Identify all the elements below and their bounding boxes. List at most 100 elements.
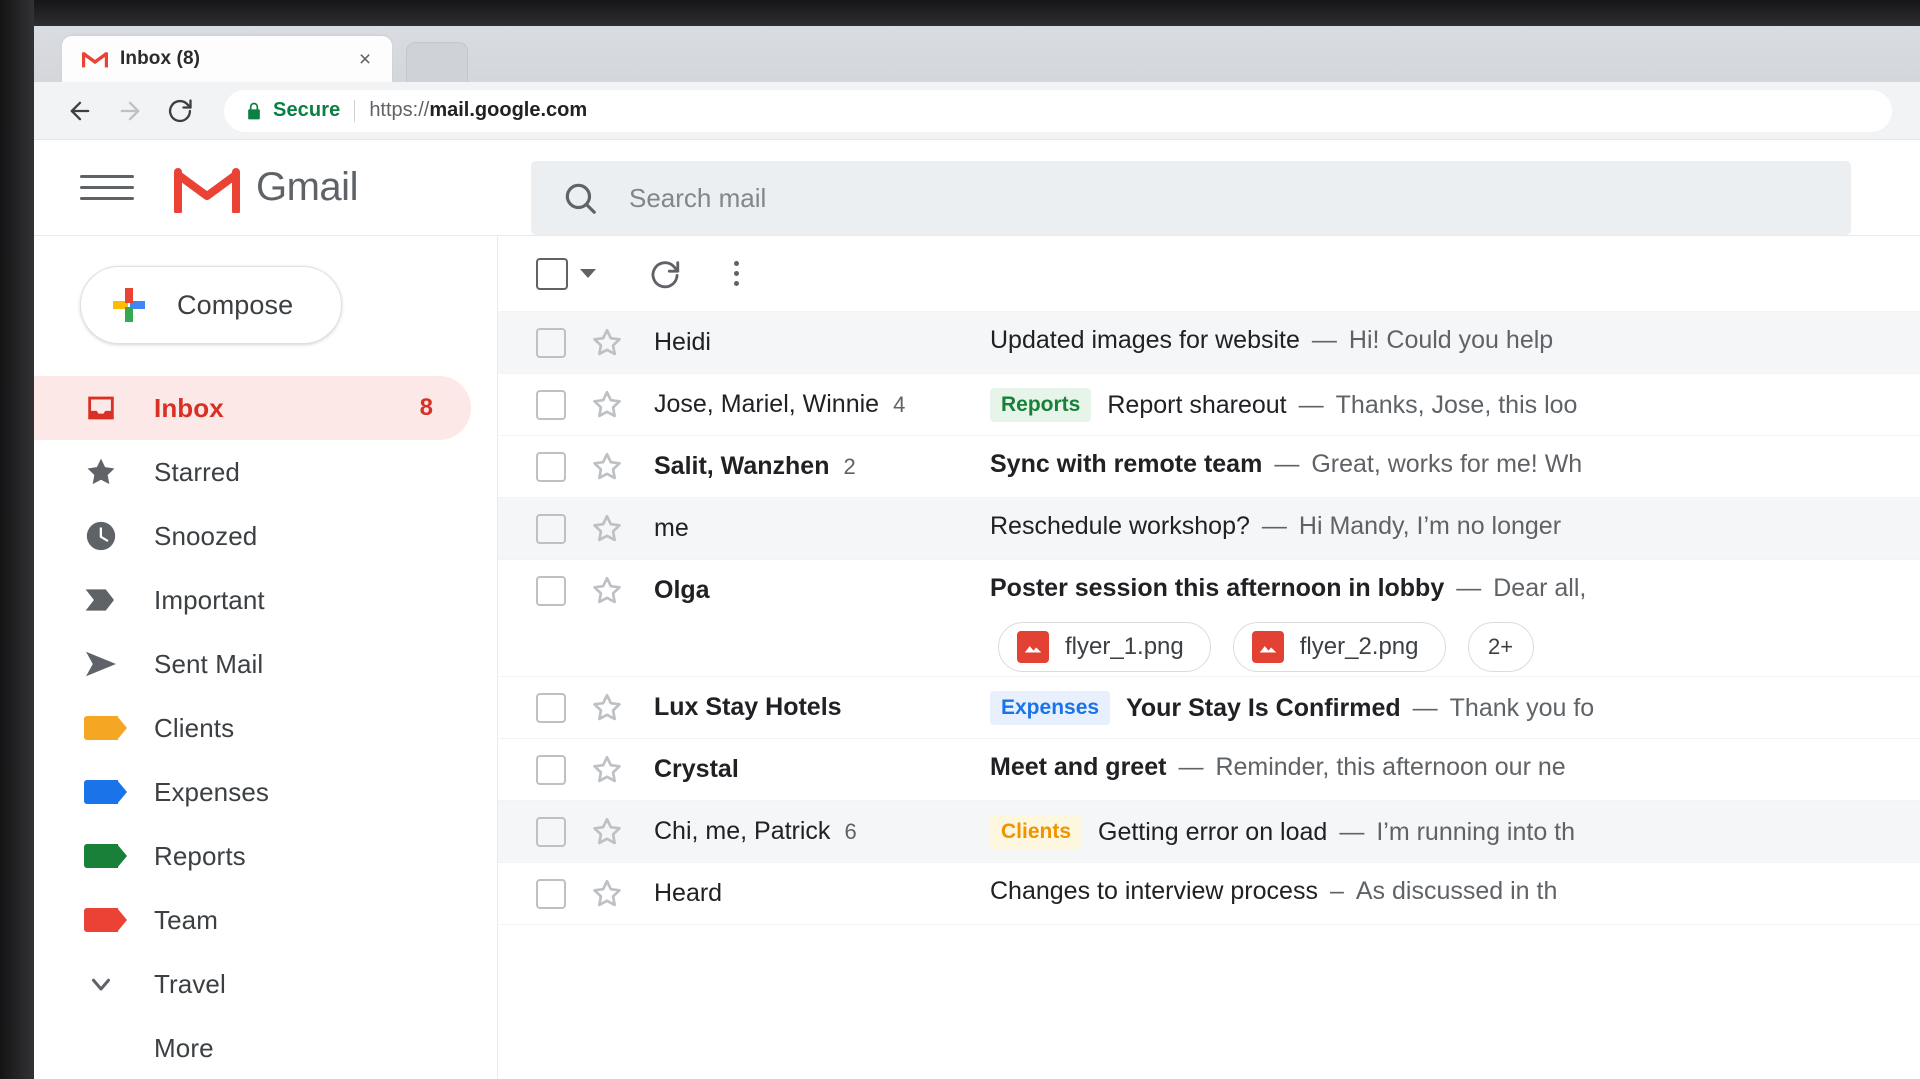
attachment-more-count[interactable]: 2+: [1467, 622, 1534, 672]
table-row[interactable]: Crystal Meet and greet — Reminder, this aft…: [498, 739, 1920, 801]
message-label-chip[interactable]: Expenses: [990, 691, 1111, 725]
row-sender: Crystal: [654, 755, 954, 784]
sidebar-item-reports[interactable]: Reports: [34, 824, 497, 888]
gmail-body: Compose Inbox 8 Starred Snoozed Important Sen…: [34, 236, 1920, 1079]
chevron-down-icon[interactable]: [580, 269, 596, 278]
gmail-app: Gmail Search mail Compose Inbox 8 Starre…: [34, 140, 1920, 1079]
row-sender-text: Jose, Mariel, Winnie: [654, 390, 880, 418]
message-label-chip[interactable]: Reports: [990, 388, 1092, 422]
sidebar-item-count: 8: [419, 394, 433, 421]
row-checkbox[interactable]: [536, 693, 566, 723]
browser-tab-inbox[interactable]: Inbox (8) ×: [62, 36, 392, 82]
compose-button[interactable]: Compose: [80, 266, 342, 344]
image-file-icon: [1251, 631, 1284, 663]
table-row[interactable]: Heidi Updated images for website — Hi! Coul…: [498, 312, 1920, 374]
attachment-chip[interactable]: flyer_1.png: [998, 622, 1211, 672]
row-dash: –: [1329, 877, 1344, 905]
sidebar-item-clients[interactable]: Clients: [34, 696, 497, 760]
sidebar-item-expenses[interactable]: Expenses: [34, 760, 497, 824]
browser-tab-new-placeholder[interactable]: [406, 42, 468, 82]
row-dash: —: [1298, 390, 1324, 419]
back-arrow-icon[interactable]: [58, 89, 102, 133]
device-bezel-top: [0, 0, 1920, 26]
forward-arrow-icon: [108, 89, 152, 133]
row-checkbox[interactable]: [536, 755, 566, 785]
star-icon[interactable]: [590, 512, 624, 551]
row-subject: Changes to interview process: [990, 877, 1318, 905]
row-subject: Getting error on load: [1098, 817, 1328, 846]
star-icon[interactable]: [590, 815, 624, 854]
search-input[interactable]: Search mail: [531, 161, 1851, 235]
message-label-chip[interactable]: Clients: [990, 815, 1083, 849]
sidebar-item-label: Expenses: [154, 776, 269, 807]
star-icon: [80, 455, 122, 489]
table-row[interactable]: Lux Stay Hotels Expenses Your Stay Is Conf…: [498, 677, 1920, 739]
row-checkbox[interactable]: [536, 879, 566, 909]
table-row[interactable]: me Reschedule workshop? — Hi Mandy, I’m no …: [498, 498, 1920, 560]
row-dash: —: [1339, 817, 1365, 846]
label-icon: [80, 908, 127, 932]
reload-icon[interactable]: [158, 89, 202, 133]
chevron-down-icon: [80, 969, 122, 999]
row-sender-text: Chi, me, Patrick: [654, 817, 831, 845]
row-checkbox[interactable]: [536, 514, 566, 544]
select-all-checkbox[interactable]: [536, 257, 568, 290]
sidebar-item-more[interactable]: More: [34, 1016, 497, 1079]
row-sender: Salit, Wanzhen 2: [654, 452, 954, 481]
device-bezel-left: [0, 0, 34, 1079]
mail-list: Heidi Updated images for website — Hi! Coul…: [497, 236, 1920, 1079]
sidebar: Compose Inbox 8 Starred Snoozed Important Sen…: [34, 236, 497, 1079]
row-subject: Updated images for website: [990, 326, 1300, 354]
star-icon[interactable]: [590, 691, 624, 730]
row-sender-text: Heidi: [654, 328, 711, 356]
table-row[interactable]: Olga Poster session this afternoon in lob…: [498, 560, 1920, 677]
sidebar-item-label: Sent Mail: [154, 648, 264, 679]
sidebar-item-inbox[interactable]: Inbox 8: [34, 376, 471, 440]
row-sender-text: me: [654, 514, 689, 542]
sidebar-item-important[interactable]: Important: [34, 568, 497, 632]
browser-window: Inbox (8) × Secure https:// mail.google.…: [34, 26, 1920, 1079]
table-row[interactable]: Salit, Wanzhen 2 Sync with remote team — Gre…: [498, 436, 1920, 498]
sidebar-item-sent-mail[interactable]: Sent Mail: [34, 632, 497, 696]
row-checkbox[interactable]: [536, 390, 566, 420]
sidebar-item-label: Clients: [154, 712, 235, 743]
sidebar-item-team[interactable]: Team: [34, 888, 497, 952]
star-icon[interactable]: [590, 388, 624, 427]
row-content: Updated images for website — Hi! Could you…: [990, 326, 1920, 355]
row-content: Reports Report shareout — Thanks, Jose, thi…: [990, 388, 1920, 422]
star-icon[interactable]: [590, 574, 624, 613]
browser-tab-title: Inbox (8): [120, 48, 201, 69]
refresh-icon[interactable]: [648, 257, 682, 291]
attachment-chip[interactable]: flyer_2.png: [1232, 622, 1446, 672]
sidebar-item-travel[interactable]: Travel: [34, 952, 497, 1016]
sidebar-item-label: Team: [154, 904, 218, 935]
row-checkbox[interactable]: [536, 452, 566, 482]
row-content: Expenses Your Stay Is Confirmed — Thank you…: [990, 691, 1920, 725]
url-input[interactable]: Secure https:// mail.google.com: [224, 89, 1892, 132]
row-content: Changes to interview process – As discusse…: [990, 877, 1920, 906]
row-checkbox[interactable]: [536, 328, 566, 358]
table-row[interactable]: Jose, Mariel, Winnie 4 Reports Report share…: [498, 374, 1920, 436]
row-dash: —: [1274, 450, 1300, 478]
star-icon[interactable]: [590, 753, 624, 792]
sidebar-item-snoozed[interactable]: Snoozed: [34, 504, 497, 568]
table-row[interactable]: Heard Changes to interview process – As dis…: [498, 863, 1920, 925]
more-vertical-icon[interactable]: [734, 261, 739, 286]
table-row[interactable]: Chi, me, Patrick 6 Clients Getting error on…: [498, 801, 1920, 863]
hamburger-icon[interactable]: [80, 161, 134, 215]
close-icon[interactable]: ×: [352, 46, 378, 72]
browser-omnibox-bar: Secure https:// mail.google.com: [34, 82, 1920, 140]
row-checkbox[interactable]: [536, 576, 566, 606]
star-icon[interactable]: [590, 326, 624, 365]
sidebar-item-starred[interactable]: Starred: [34, 440, 497, 504]
row-checkbox[interactable]: [536, 817, 566, 847]
row-dash: —: [1456, 574, 1482, 602]
row-snippet: Reminder, this afternoon our ne: [1215, 753, 1566, 781]
device-screen: Inbox (8) × Secure https:// mail.google.…: [0, 0, 1920, 1079]
row-thread-count: 4: [893, 392, 906, 417]
star-icon[interactable]: [590, 450, 624, 489]
row-sender-text: Salit, Wanzhen: [654, 452, 830, 480]
inbox-icon: [80, 391, 122, 425]
row-thread-count: 2: [843, 454, 856, 479]
star-icon[interactable]: [590, 877, 624, 916]
